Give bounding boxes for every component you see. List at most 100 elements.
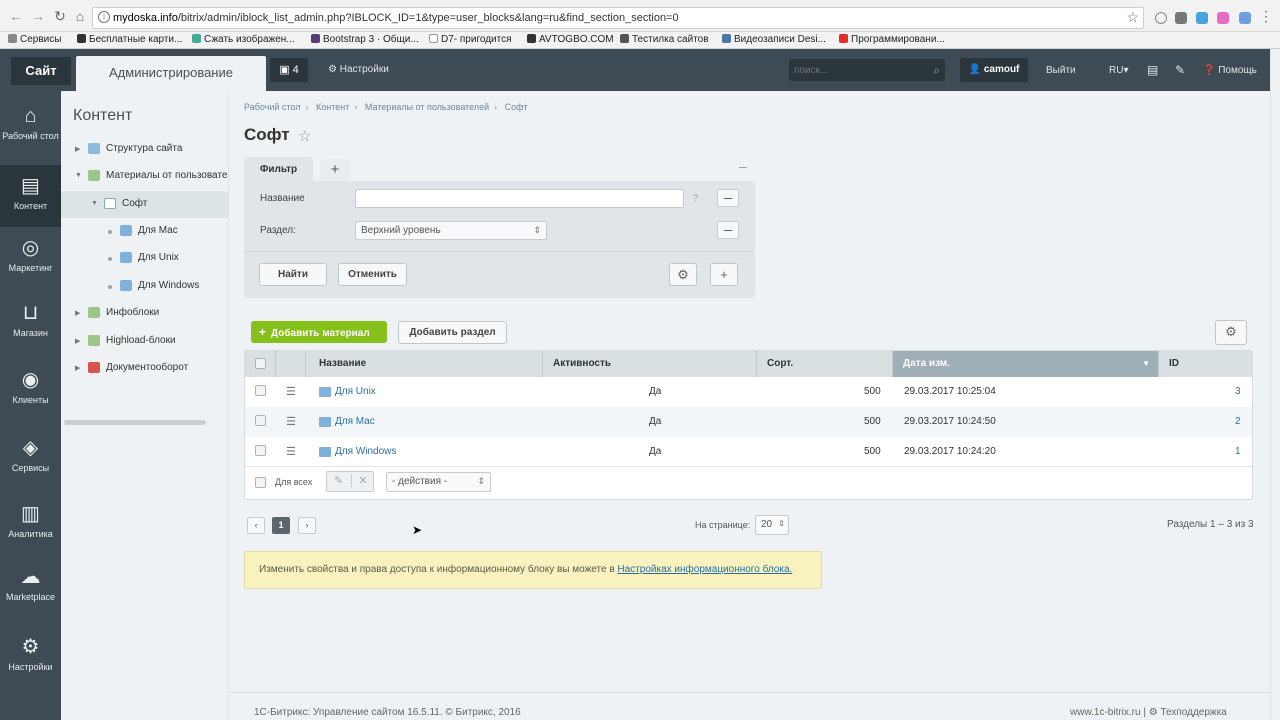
nav-item-desktop[interactable]: ⌂ Рабочий стол: [0, 95, 61, 157]
logout-link[interactable]: Выйти: [1046, 65, 1076, 76]
nav-item-shop[interactable]: ⊔ Магазин: [0, 292, 61, 354]
nav-item-settings[interactable]: ⚙ Настройки: [0, 626, 61, 688]
language-selector[interactable]: RU▾: [1109, 65, 1128, 76]
search-icon[interactable]: ⌕: [933, 63, 940, 78]
camera-extension-icon[interactable]: [1175, 12, 1187, 24]
table-row[interactable]: ☰ Для Windows Да 500 29.03.2017 10:24:20…: [245, 437, 1252, 467]
row-menu-icon[interactable]: ☰: [286, 445, 296, 458]
add-section-button[interactable]: Добавить раздел: [398, 321, 507, 344]
delete-icon[interactable]: ✕: [351, 474, 374, 487]
extension-icon[interactable]: [1239, 12, 1251, 24]
bookmark-item[interactable]: Сервисы: [8, 34, 61, 45]
filter-settings-button[interactable]: ⚙: [669, 263, 697, 286]
row-checkbox[interactable]: [255, 415, 266, 426]
breadcrumb-item[interactable]: Софт: [505, 102, 528, 112]
tree-item-workflow[interactable]: ▶ Документооборот: [61, 355, 229, 382]
bitrix-site-link[interactable]: www.1c-bitrix.ru: [1070, 707, 1141, 718]
extension-icon[interactable]: [1155, 12, 1167, 24]
row-name-link[interactable]: Для Unix: [335, 386, 376, 397]
row-name-link[interactable]: Для Mac: [335, 416, 375, 427]
tree-item-mac[interactable]: Для Mac: [61, 218, 229, 245]
back-icon[interactable]: ←: [8, 8, 24, 24]
page-number[interactable]: 1: [272, 517, 290, 534]
nav-item-marketplace[interactable]: ☁ Marketplace: [0, 556, 61, 618]
help-icon[interactable]: ?: [693, 193, 698, 203]
settings-link[interactable]: ⚙ Настройки: [328, 64, 389, 75]
bookmark-item[interactable]: D7- пригодится: [429, 34, 512, 45]
breadcrumb-item[interactable]: Рабочий стол: [244, 102, 301, 112]
extension-icon[interactable]: [1217, 12, 1229, 24]
home-icon[interactable]: ⌂: [72, 8, 88, 24]
row-menu-icon[interactable]: ☰: [286, 385, 296, 398]
user-button[interactable]: 👤 camouf: [960, 58, 1028, 82]
list-settings-button[interactable]: ⚙: [1215, 320, 1247, 345]
add-filter-tab-button[interactable]: +: [320, 159, 350, 181]
support-link[interactable]: Техподдержка: [1160, 707, 1226, 718]
extension-icon[interactable]: [1196, 12, 1208, 24]
expand-arrow-icon[interactable]: ▶: [75, 309, 80, 317]
breadcrumb-item[interactable]: Контент: [316, 102, 349, 112]
address-bar[interactable]: i mydoska.info/bitrix/admin/iblock_list_…: [92, 7, 1144, 29]
iblock-settings-link[interactable]: Настройках информационного блока.: [617, 564, 792, 575]
expand-arrow-icon[interactable]: ▶: [75, 337, 80, 345]
cancel-button[interactable]: Отменить: [338, 263, 407, 286]
column-header-sort[interactable]: Сорт.: [757, 351, 893, 377]
bookmark-item[interactable]: Сжать изображен...: [192, 34, 295, 45]
bookmark-item[interactable]: Видеозаписи Desi...: [722, 34, 826, 45]
search-input[interactable]: [789, 59, 919, 81]
nav-item-clients[interactable]: ◉ Клиенты: [0, 359, 61, 421]
bookmark-item[interactable]: Программировани...: [839, 34, 945, 45]
remove-field-button[interactable]: –: [717, 221, 739, 239]
row-name-link[interactable]: Для Windows: [335, 446, 396, 457]
prev-page-button[interactable]: ‹: [247, 517, 265, 534]
collapse-arrow-icon[interactable]: ▼: [75, 172, 82, 179]
tree-item-windows[interactable]: Для Windows: [61, 273, 229, 300]
notifications-button[interactable]: ▣ 4: [270, 58, 308, 82]
info-icon[interactable]: i: [98, 11, 110, 23]
site-tab[interactable]: Сайт: [11, 57, 71, 85]
nav-item-content[interactable]: ▤ Контент: [0, 165, 61, 227]
remove-field-button[interactable]: –: [717, 189, 739, 207]
actions-select[interactable]: - действия - ⇕: [386, 472, 491, 492]
column-header-id[interactable]: ID: [1159, 351, 1252, 377]
tree-item-iblocks[interactable]: ▶ Инфоблоки: [61, 300, 229, 327]
add-filter-field-button[interactable]: +: [710, 263, 738, 286]
table-row[interactable]: ☰ Для Unix Да 500 29.03.2017 10:25:04 3: [245, 377, 1252, 407]
nav-item-marketing[interactable]: ◎ Маркетинг: [0, 227, 61, 289]
menu-icon[interactable]: ⋮: [1258, 8, 1274, 24]
column-header-date[interactable]: Дата изм. ▼: [893, 351, 1159, 377]
table-row[interactable]: ☰ Для Mac Да 500 29.03.2017 10:24:50 2: [245, 407, 1252, 437]
collapse-arrow-icon[interactable]: ▼: [91, 200, 98, 207]
panel-icon[interactable]: ▤: [1147, 63, 1158, 77]
bookmark-item[interactable]: Бесплатные карти...: [77, 34, 182, 45]
row-checkbox[interactable]: [255, 445, 266, 456]
row-id-link[interactable]: 3: [1235, 386, 1241, 397]
per-page-select[interactable]: 20 ⇕: [755, 515, 789, 535]
page-scrollbar[interactable]: [1270, 49, 1280, 720]
filter-tab[interactable]: Фильтр: [244, 157, 313, 182]
tree-item-highload[interactable]: ▶ Highload-блоки: [61, 328, 229, 355]
bookmark-item[interactable]: AVTOGBO.COM: [527, 34, 614, 45]
find-button[interactable]: Найти: [259, 263, 327, 286]
expand-arrow-icon[interactable]: ▶: [75, 364, 80, 372]
forward-icon[interactable]: →: [30, 8, 46, 24]
breadcrumb-item[interactable]: Материалы от пользователей: [365, 102, 489, 112]
select-all-checkbox[interactable]: [255, 358, 266, 369]
tree-item-soft[interactable]: ▼ Софт: [61, 191, 229, 218]
tree-item-user-materials[interactable]: ▼ Материалы от пользовате: [61, 163, 229, 190]
favorite-star-icon[interactable]: ☆: [298, 127, 311, 145]
reload-icon[interactable]: ↻: [52, 8, 68, 24]
bookmark-item[interactable]: Bootstrap 3 · Общи...: [311, 34, 419, 45]
bookmark-star-icon[interactable]: ☆: [1126, 9, 1139, 26]
row-menu-icon[interactable]: ☰: [286, 415, 296, 428]
add-material-button[interactable]: + Добавить материал: [251, 321, 387, 343]
row-id-link[interactable]: 1: [1235, 446, 1241, 457]
edit-icon[interactable]: ✎: [327, 474, 350, 487]
nav-item-analytics[interactable]: ▥ Аналитика: [0, 493, 61, 555]
tree-item-unix[interactable]: Для Unix: [61, 245, 229, 272]
column-header-active[interactable]: Активность: [543, 351, 757, 377]
row-id-link[interactable]: 2: [1235, 416, 1241, 427]
admin-tab[interactable]: Администрирование: [76, 56, 266, 91]
nav-item-services[interactable]: ◈ Сервисы: [0, 427, 61, 489]
column-header-name[interactable]: Название: [306, 351, 543, 377]
